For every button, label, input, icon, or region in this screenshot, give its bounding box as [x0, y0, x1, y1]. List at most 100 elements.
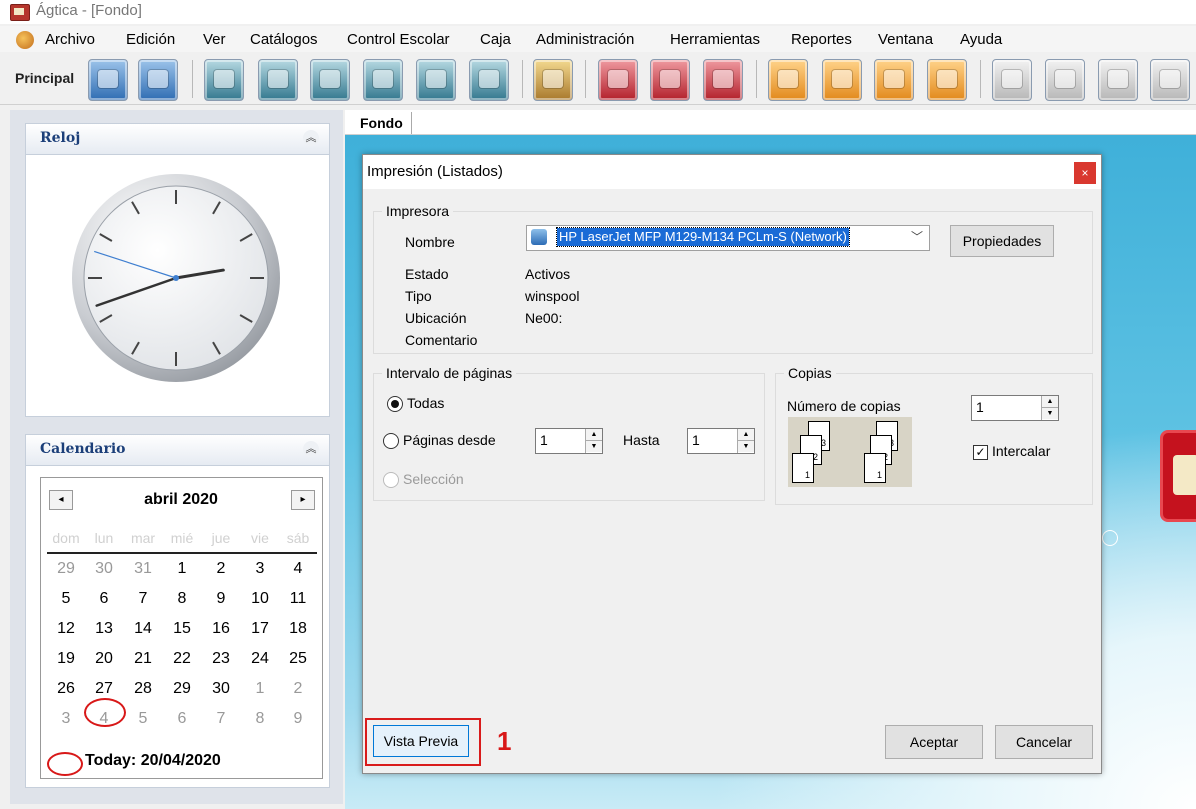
toolbar-cube-icon-button[interactable]	[88, 59, 128, 101]
calendar-day[interactable]: 17	[241, 620, 279, 638]
toolbar-signature-icon-button[interactable]	[204, 59, 244, 101]
spin-down-icon[interactable]: ▼	[586, 441, 602, 452]
chevron-down-icon[interactable]: ﹀	[911, 228, 923, 245]
toolbar-cash-register-icon-button[interactable]	[533, 59, 573, 101]
calendar-day[interactable]: 1	[241, 680, 279, 698]
calendar-day[interactable]: 20	[85, 650, 123, 668]
toolbar-at-icon-button[interactable]	[469, 59, 509, 101]
toolbar-badge-icon-button[interactable]	[703, 59, 743, 101]
calendar-next-button[interactable]: ▸	[291, 490, 315, 510]
calendar-prev-button[interactable]: ◂	[49, 490, 73, 510]
toolbar-upload-icon-button[interactable]	[874, 59, 914, 101]
selection-radio[interactable]	[383, 472, 399, 488]
calendar-day[interactable]: 31	[124, 560, 162, 578]
collapse-icon[interactable]: ︽	[303, 441, 319, 457]
menu-catalogos[interactable]: Catálogos	[250, 31, 318, 48]
calendar-day[interactable]: 18	[279, 620, 317, 638]
pages-from-stepper[interactable]: 1 ▲ ▼	[535, 428, 603, 454]
calendar-day[interactable]: 15	[163, 620, 201, 638]
menu-control-escolar[interactable]: Control Escolar	[347, 31, 450, 48]
calendar-day[interactable]: 12	[47, 620, 85, 638]
toolbar-chart-icon-button[interactable]	[768, 59, 808, 101]
calendar-day[interactable]: 24	[241, 650, 279, 668]
menu-ver[interactable]: Ver	[203, 31, 226, 48]
close-button[interactable]: ×	[1074, 162, 1096, 184]
menu-reportes[interactable]: Reportes	[791, 31, 852, 48]
calendar-day[interactable]: 21	[124, 650, 162, 668]
calendar-day[interactable]: 13	[85, 620, 123, 638]
calendar-day[interactable]: 14	[124, 620, 162, 638]
toolbar-printer-icon-button[interactable]	[1045, 59, 1085, 101]
menu-archivo[interactable]: Archivo	[45, 31, 95, 48]
cancel-button[interactable]: Cancelar	[995, 725, 1093, 759]
calendar-day[interactable]: 2	[202, 560, 240, 578]
calendar-day[interactable]: 28	[124, 680, 162, 698]
calendar-day[interactable]: 8	[163, 590, 201, 608]
calendar-day[interactable]: 6	[85, 590, 123, 608]
menu-ventana[interactable]: Ventana	[878, 31, 933, 48]
calendar-day[interactable]: 7	[124, 590, 162, 608]
calendar-day[interactable]: 25	[279, 650, 317, 668]
menu-administracion[interactable]: Administración	[536, 31, 634, 48]
toolbar-edit-icon-button[interactable]	[822, 59, 862, 101]
toolbar-people-icon-button[interactable]	[650, 59, 690, 101]
calendar-day[interactable]: 29	[47, 560, 85, 578]
calendar-day[interactable]: 4	[279, 560, 317, 578]
toolbar-gallery-icon-button[interactable]	[138, 59, 178, 101]
preview-button[interactable]: Vista Previa	[373, 725, 469, 757]
calendar-day[interactable]: 11	[279, 590, 317, 608]
spin-down-icon[interactable]: ▼	[738, 441, 754, 452]
calendar-day[interactable]: 23	[202, 650, 240, 668]
menu-edicion[interactable]: Edición	[126, 31, 175, 48]
copies-stepper[interactable]: 1 ▲ ▼	[971, 395, 1059, 421]
toolbar-students-icon-button[interactable]	[258, 59, 298, 101]
today-link[interactable]: Today: 20/04/2020	[85, 752, 221, 770]
toolbar-printer-icon-button[interactable]	[1098, 59, 1138, 101]
calendar-day[interactable]: 9	[202, 590, 240, 608]
pages-from-radio[interactable]	[383, 433, 399, 449]
pages-to-stepper[interactable]: 1 ▲ ▼	[687, 428, 755, 454]
collapse-icon[interactable]: ︽	[303, 130, 319, 146]
spin-up-icon[interactable]: ▲	[1042, 396, 1058, 408]
calendar-day[interactable]: 22	[163, 650, 201, 668]
all-pages-radio[interactable]	[387, 396, 403, 412]
toolbar-printer-icon-button[interactable]	[992, 59, 1032, 101]
calendar-day[interactable]: 29	[163, 680, 201, 698]
toolbar-id-card-icon-button[interactable]	[363, 59, 403, 101]
printer-select[interactable]: HP LaserJet MFP M129-M134 PCLm-S (Networ…	[526, 225, 930, 251]
calendar-day[interactable]: 16	[202, 620, 240, 638]
calendar-day[interactable]: 7	[202, 710, 240, 728]
menu-caja[interactable]: Caja	[480, 31, 511, 48]
calendar-day[interactable]: 9	[279, 710, 317, 728]
calendar-day[interactable]: 8	[241, 710, 279, 728]
properties-button[interactable]: Propiedades	[950, 225, 1054, 257]
calendar-day[interactable]: 10	[241, 590, 279, 608]
accept-button[interactable]: Aceptar	[885, 725, 983, 759]
tab-fondo[interactable]: Fondo	[352, 112, 412, 134]
calendar-day[interactable]: 30	[85, 560, 123, 578]
calendar-day[interactable]: 27	[85, 680, 123, 698]
calendar-day[interactable]: 26	[47, 680, 85, 698]
toolbar-group-icon-button[interactable]	[598, 59, 638, 101]
calendar-day[interactable]: 6	[163, 710, 201, 728]
calendar-day[interactable]: 30	[202, 680, 240, 698]
spin-up-icon[interactable]: ▲	[586, 429, 602, 441]
collate-checkbox[interactable]: ✓	[973, 445, 988, 460]
app-badge-icon[interactable]	[1160, 430, 1196, 522]
menu-herramientas[interactable]: Herramientas	[670, 31, 760, 48]
calendar-day[interactable]: 3	[47, 710, 85, 728]
toolbar-clock-icon-button[interactable]	[416, 59, 456, 101]
toolbar-layers-icon-button[interactable]	[927, 59, 967, 101]
calendar-day[interactable]: 19	[47, 650, 85, 668]
calendar-day[interactable]: 5	[124, 710, 162, 728]
weekday: mar	[130, 530, 156, 546]
calendar-day[interactable]: 1	[163, 560, 201, 578]
calendar-day[interactable]: 3	[241, 560, 279, 578]
toolbar-users-icon-button[interactable]	[310, 59, 350, 101]
spin-down-icon[interactable]: ▼	[1042, 408, 1058, 419]
spin-up-icon[interactable]: ▲	[738, 429, 754, 441]
calendar-day[interactable]: 2	[279, 680, 317, 698]
menu-ayuda[interactable]: Ayuda	[960, 31, 1002, 48]
calendar-day[interactable]: 5	[47, 590, 85, 608]
toolbar-printer-icon-button[interactable]	[1150, 59, 1190, 101]
